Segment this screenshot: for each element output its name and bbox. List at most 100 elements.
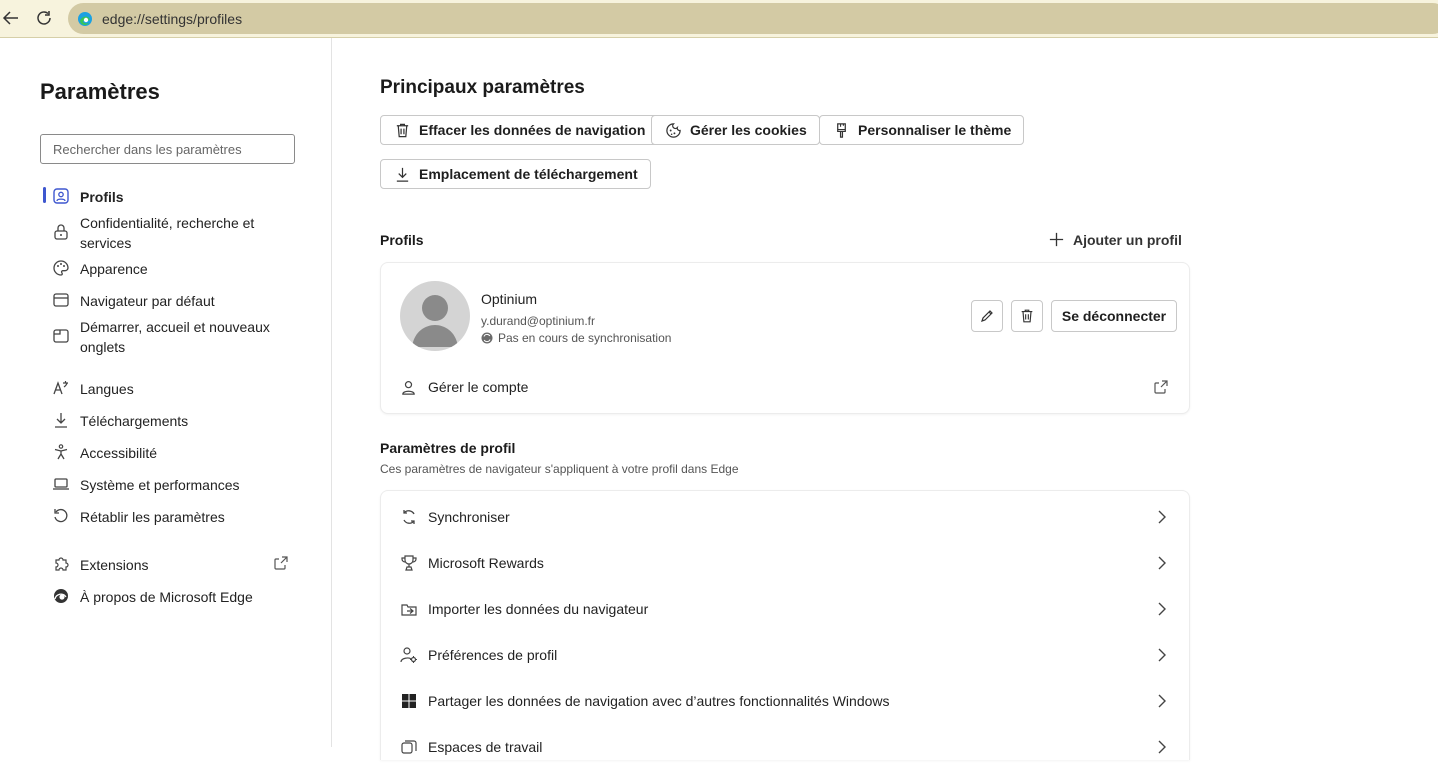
refresh-icon [37,11,51,25]
download-location-button[interactable]: Emplacement de téléchargement [380,159,651,189]
edge-logo-icon [54,589,68,603]
laptop-icon [53,478,69,490]
external-link-icon [1154,380,1168,394]
manage-account-label: Gérer le compte [428,379,529,395]
sidebar-item-label: Extensions [80,557,149,573]
settings-row-windows-share[interactable]: Partager les données de navigation avec … [381,678,1189,724]
settings-row-import[interactable]: Importer les données du navigateur [381,586,1189,632]
profile-name: Optinium [481,291,538,307]
accessibility-icon [54,444,68,460]
sidebar-item-confidentialite[interactable]: Confidentialité, recherche et services [40,212,290,252]
profile-settings-card: Synchroniser Microsoft Rewards Importer … [380,490,1190,760]
brush-icon [837,122,846,138]
sync-off-icon [481,332,493,344]
settings-row-sync[interactable]: Synchroniser [381,494,1189,540]
manage-cookies-button[interactable]: Gérer les cookies [651,115,820,145]
lock-icon [54,224,68,240]
sync-icon [403,510,415,524]
settings-main: Principaux paramètres Effacer les donnée… [332,38,1438,760]
sidebar-item-label: Apparence [80,261,148,277]
profile-card: Optinium y.durand@optinium.fr Pas en cou… [380,262,1190,414]
settings-search-input[interactable] [40,134,295,164]
import-icon [401,604,417,616]
sidebar-item-telechargements[interactable]: Téléchargements [40,410,290,430]
profile-settings-icon [400,647,417,663]
settings-row-profile-preferences[interactable]: Préférences de profil [381,632,1189,678]
button-label: Effacer les données de navigation [419,122,646,138]
address-bar[interactable]: edge://settings/profiles [68,3,1438,34]
sidebar-item-label: Navigateur par défaut [80,293,215,309]
external-link-icon [274,556,288,570]
language-icon [53,381,68,395]
settings-row-workspaces[interactable]: Espaces de travail [381,724,1189,770]
edge-logo-icon [78,12,92,26]
settings-sidebar: Paramètres Profils Confidentialité, rech… [0,38,332,747]
sidebar-item-label: Démarrer, accueil et nouveaux onglets [80,319,270,355]
sidebar-item-label: Confidentialité, recherche et services [80,215,255,251]
edit-profile-button[interactable] [971,300,1003,332]
row-label: Espaces de travail [428,739,543,755]
sidebar-item-label: Langues [80,381,134,397]
sidebar-item-accessibilite[interactable]: Accessibilité [40,442,290,462]
refresh-button[interactable] [33,7,55,29]
sidebar-item-langues[interactable]: Langues [40,378,290,398]
sidebar-item-retablir[interactable]: Rétablir les paramètres [40,506,290,526]
profile-settings-subtitle: Ces paramètres de navigateur s'appliquen… [380,462,739,476]
add-profile-label: Ajouter un profil [1073,231,1182,248]
profiles-section-title: Profils [380,232,424,248]
chevron-right-icon [1158,740,1166,754]
row-label: Partager les données de navigation avec … [428,693,890,709]
cookie-icon [666,122,681,138]
row-label: Importer les données du navigateur [428,601,649,617]
sidebar-item-demarrer[interactable]: Démarrer, accueil et nouveaux onglets [40,316,290,356]
profile-settings-title: Paramètres de profil [380,440,516,456]
browser-icon [53,293,69,307]
active-indicator [43,187,46,203]
workspaces-icon [401,740,417,754]
profile-icon [53,188,69,204]
manage-account-link[interactable]: Gérer le compte [381,370,1189,404]
plus-icon [1049,232,1064,247]
browser-toolbar: edge://settings/profiles [0,0,1438,38]
trash-icon [1021,309,1033,323]
delete-profile-button[interactable] [1011,300,1043,332]
clear-browsing-data-button[interactable]: Effacer les données de navigation [380,115,659,145]
sidebar-item-a-propos[interactable]: À propos de Microsoft Edge [40,586,290,606]
settings-row-rewards[interactable]: Microsoft Rewards [381,540,1189,586]
chevron-right-icon [1158,694,1166,708]
profile-email: y.durand@optinium.fr [481,314,596,328]
sidebar-item-navigateur-defaut[interactable]: Navigateur par défaut [40,290,290,310]
sidebar-item-profils[interactable]: Profils [40,186,290,206]
button-label: Emplacement de téléchargement [419,166,638,182]
customize-theme-button[interactable]: Personnaliser le thème [819,115,1025,145]
sidebar-item-label: Accessibilité [80,445,158,461]
page-title: Principaux paramètres [380,77,585,98]
back-button[interactable] [0,7,22,29]
chevron-right-icon [1158,510,1166,524]
trophy-icon [401,555,417,571]
sidebar-item-apparence[interactable]: Apparence [40,258,290,278]
add-profile-button[interactable]: Ajouter un profil [1048,231,1182,248]
sign-out-button[interactable]: Se déconnecter [1051,300,1177,332]
person-outline-icon [402,381,415,395]
download-icon [55,413,67,428]
sidebar-title: Paramètres [40,79,160,104]
puzzle-icon [55,557,69,571]
pencil-icon [981,310,993,322]
person-icon [412,295,458,347]
sidebar-item-label: Rétablir les paramètres [80,509,225,525]
avatar [400,281,470,351]
row-label: Préférences de profil [428,647,558,663]
sidebar-item-label: Profils [80,189,124,205]
sidebar-item-label: Téléchargements [80,413,189,429]
download-icon [396,167,409,182]
sidebar-item-systeme[interactable]: Système et performances [40,474,290,494]
chevron-right-icon [1158,556,1166,570]
url-text: edge://settings/profiles [102,11,243,27]
trash-icon [396,123,409,137]
button-label: Gérer les cookies [690,122,807,138]
sidebar-item-extensions[interactable]: Extensions [40,554,290,574]
chevron-right-icon [1158,602,1166,616]
sidebar-item-label: Système et performances [80,477,240,493]
row-label: Microsoft Rewards [428,555,544,571]
